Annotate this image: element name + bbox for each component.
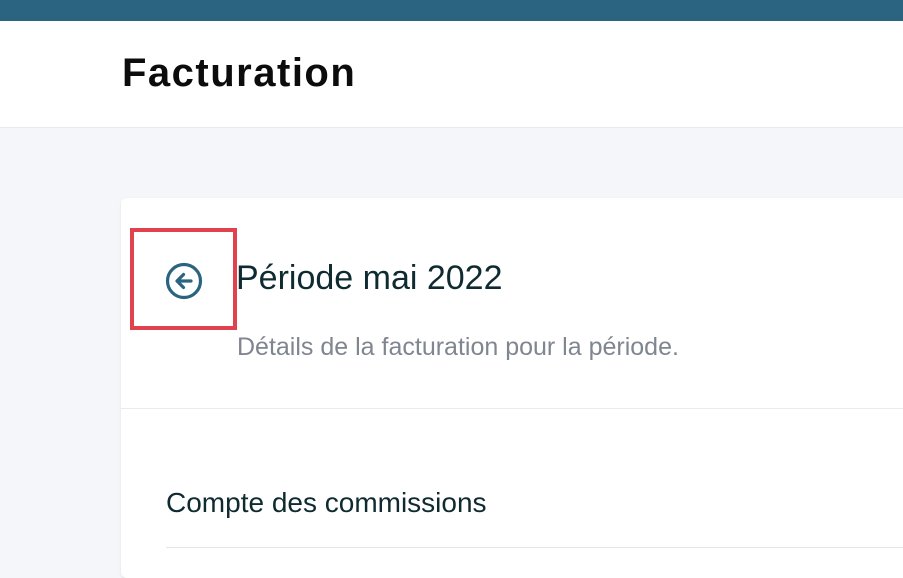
arrow-left-circle-icon [165,262,203,300]
card-header: Période mai 2022 Détails de la facturati… [121,198,903,409]
top-bar [0,0,903,21]
billing-period-card: Période mai 2022 Détails de la facturati… [121,198,903,578]
section-title-commissions: Compte des commissions [166,487,487,518]
page-title: Facturation [122,51,357,95]
page-header: Facturation [0,21,903,128]
period-title: Période mai 2022 [236,259,503,297]
section-divider [166,547,903,548]
back-button[interactable] [159,256,209,306]
period-subtitle: Détails de la facturation pour la périod… [237,333,679,361]
